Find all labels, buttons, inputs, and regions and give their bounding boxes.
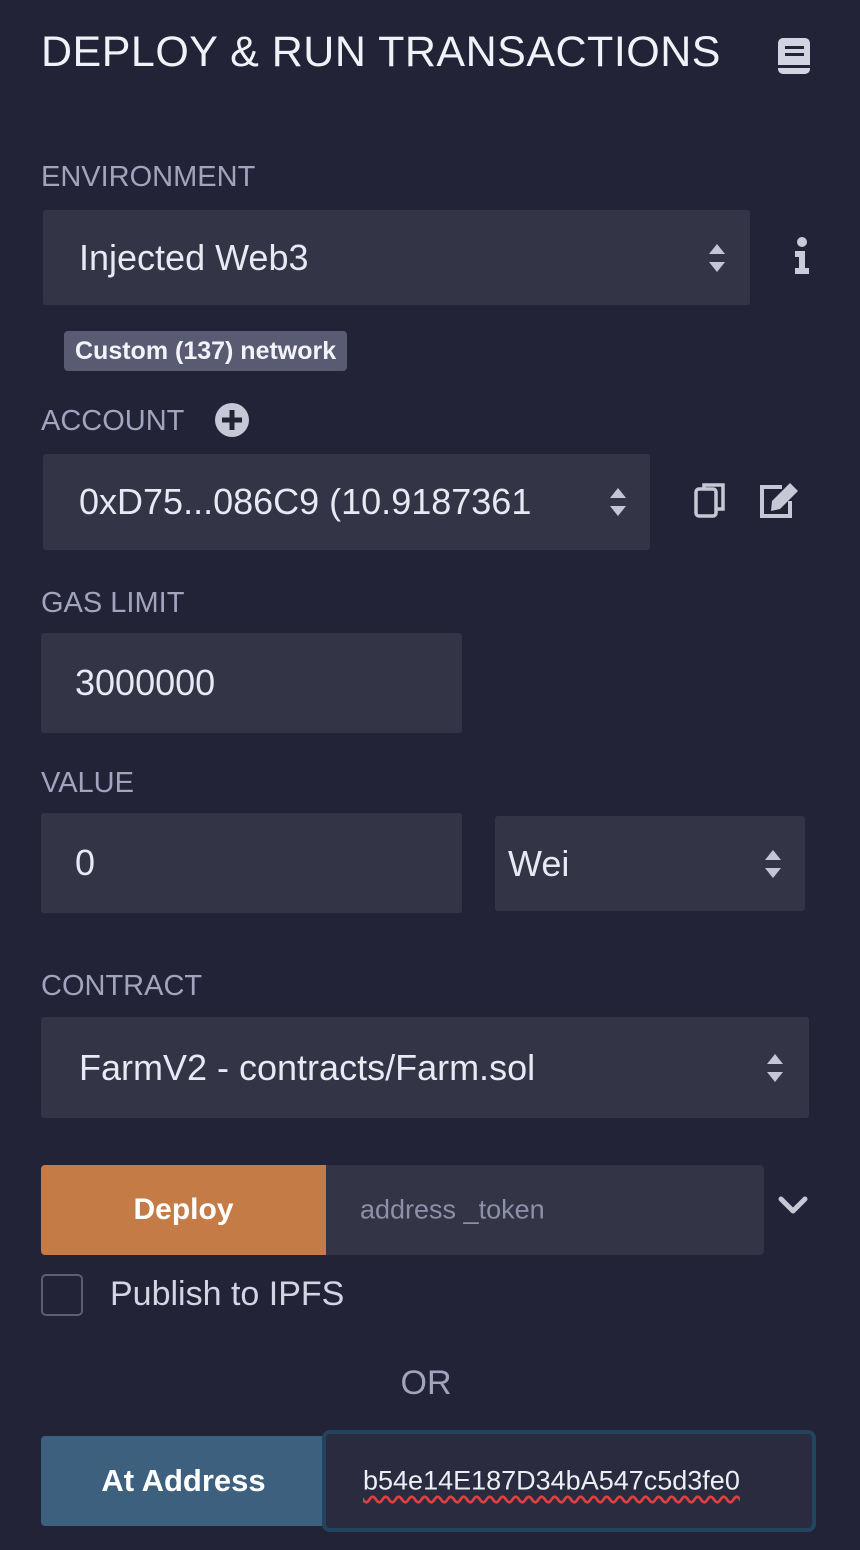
environment-selected-value: Injected Web3: [79, 236, 309, 278]
at-address-value: b54e14E187D34bA547c5d3fe0: [363, 1465, 740, 1496]
at-address-button[interactable]: At Address: [41, 1436, 326, 1526]
plus-circle-icon[interactable]: [215, 403, 249, 437]
contract-label: CONTRACT: [41, 970, 203, 1002]
publish-ipfs-checkbox[interactable]: [41, 1274, 83, 1316]
deploy-args-input[interactable]: address _token: [326, 1165, 764, 1255]
gas-limit-label: GAS LIMIT: [41, 587, 185, 619]
account-select[interactable]: 0xD75...086C9 (10.9187361: [43, 454, 650, 550]
gas-limit-input[interactable]: 3000000: [41, 633, 462, 733]
contract-selected-value: FarmV2 - contracts/Farm.sol: [79, 1046, 536, 1088]
select-arrows-icon: [709, 243, 725, 272]
environment-label: ENVIRONMENT: [41, 161, 256, 193]
at-address-input[interactable]: b54e14E187D34bA547c5d3fe0: [322, 1430, 816, 1532]
environment-select[interactable]: Injected Web3: [43, 210, 750, 305]
publish-ipfs-label: Publish to IPFS: [110, 1275, 345, 1313]
chevron-down-icon[interactable]: [777, 1194, 809, 1216]
book-icon[interactable]: [776, 36, 812, 76]
contract-select[interactable]: FarmV2 - contracts/Farm.sol: [41, 1017, 809, 1118]
deploy-button[interactable]: Deploy: [41, 1165, 326, 1255]
account-label: ACCOUNT: [41, 405, 185, 437]
edit-icon[interactable]: [758, 481, 800, 519]
gas-limit-value: 3000000: [75, 662, 216, 703]
select-arrows-icon: [767, 1053, 783, 1082]
network-badge: Custom (137) network: [64, 331, 348, 371]
value-label: VALUE: [41, 767, 134, 799]
select-arrows-icon: [610, 488, 626, 516]
value-input[interactable]: 0: [41, 813, 462, 913]
select-arrows-icon: [765, 849, 781, 878]
account-selected-value: 0xD75...086C9 (10.9187361: [79, 481, 532, 522]
info-icon[interactable]: [792, 236, 812, 276]
page-title: DEPLOY & RUN TRANSACTIONS: [41, 28, 721, 76]
copy-icon[interactable]: [693, 481, 727, 519]
value-unit-select[interactable]: Wei: [495, 816, 805, 911]
value-amount: 0: [75, 842, 96, 883]
deploy-args-placeholder: address _token: [360, 1194, 545, 1225]
or-separator: OR: [400, 1364, 452, 1402]
value-unit-selected: Wei: [508, 842, 570, 884]
